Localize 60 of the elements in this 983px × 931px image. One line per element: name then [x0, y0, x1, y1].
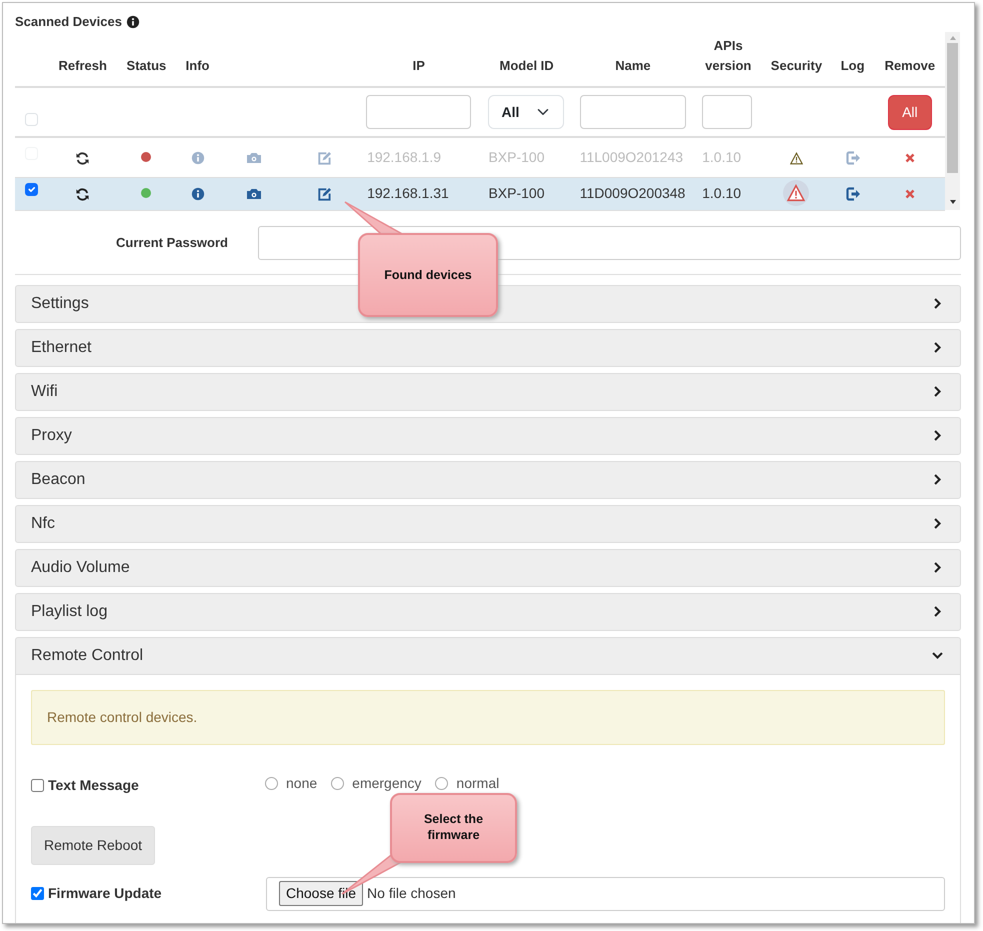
- scrollbar[interactable]: [945, 32, 960, 210]
- api-filter-field[interactable]: [702, 95, 752, 129]
- column-header: Name: [615, 58, 651, 73]
- security-button[interactable]: [783, 180, 810, 206]
- radio-button[interactable]: [265, 776, 278, 790]
- scroll-down-icon[interactable]: [948, 199, 956, 205]
- refresh-icon[interactable]: [75, 186, 90, 202]
- section-header[interactable]: Audio Volume: [15, 548, 961, 586]
- scroll-up-icon[interactable]: [948, 35, 956, 41]
- edit-icon[interactable]: [316, 186, 331, 202]
- column-header: Model ID: [500, 58, 554, 73]
- column-header: Security: [770, 58, 822, 73]
- radio-label: none: [286, 774, 318, 792]
- warning-icon[interactable]: [787, 184, 806, 202]
- remote-reboot-button[interactable]: Remote Reboot: [31, 826, 156, 864]
- radio-button[interactable]: [435, 776, 448, 790]
- section-header[interactable]: Proxy: [15, 416, 961, 454]
- text-message-checkbox[interactable]: [31, 778, 44, 792]
- firmware-update-checkbox[interactable]: [31, 887, 44, 900]
- section-header[interactable]: Beacon: [15, 460, 961, 498]
- model-cell: BXP-100: [481, 177, 572, 210]
- ip-cell: 192.168.1.9: [356, 137, 482, 177]
- api-cell: 1.0.10: [694, 137, 762, 177]
- name-cell: 11D009O200348: [572, 177, 694, 210]
- column-header: IP: [412, 58, 425, 73]
- row-checkbox[interactable]: [25, 183, 38, 196]
- column-header: Status: [126, 58, 166, 73]
- panel-title: Scanned Devices: [15, 13, 122, 31]
- section-header[interactable]: Ethernet: [15, 328, 961, 366]
- ip-filter-field[interactable]: [366, 95, 472, 129]
- info-icon[interactable]: [126, 14, 140, 29]
- api-cell: 1.0.10: [694, 177, 762, 210]
- column-header: Remove: [884, 58, 936, 73]
- column-header: Info: [186, 58, 210, 73]
- radio-label: emergency: [352, 774, 422, 793]
- callout: Select the firmware: [390, 793, 517, 863]
- column-header: APIs version: [705, 38, 752, 73]
- section-header[interactable]: Playlist log: [15, 592, 961, 630]
- model-filter-select[interactable]: All: [488, 95, 564, 129]
- callout: Found devices: [358, 233, 498, 317]
- file-status: No file chosen: [367, 884, 456, 903]
- checkbox-label: Firmware Update: [48, 884, 162, 903]
- checkbox-label: Text Message: [48, 776, 139, 795]
- info-icon[interactable]: [190, 187, 205, 202]
- select-all-checkbox[interactable]: [25, 112, 38, 126]
- sign-out-icon[interactable]: [844, 186, 861, 202]
- remove-all-button[interactable]: All: [888, 94, 932, 130]
- ip-cell: 192.168.1.31: [356, 177, 482, 210]
- section-header[interactable]: Wifi: [15, 372, 961, 410]
- column-header: Refresh: [58, 58, 107, 73]
- name-filter-field[interactable]: [580, 95, 686, 129]
- model-cell: BXP-100: [481, 137, 572, 177]
- column-header: Log: [840, 58, 865, 73]
- name-cell: 11L009O201243: [572, 137, 694, 177]
- section-header[interactable]: Nfc: [15, 504, 961, 542]
- radio-label: normal: [456, 774, 500, 792]
- section-header[interactable]: Remote Control: [15, 636, 961, 674]
- info-note: Remote control devices.: [31, 690, 945, 744]
- radio-button[interactable]: [331, 776, 344, 790]
- password-label: Current Password: [115, 234, 228, 252]
